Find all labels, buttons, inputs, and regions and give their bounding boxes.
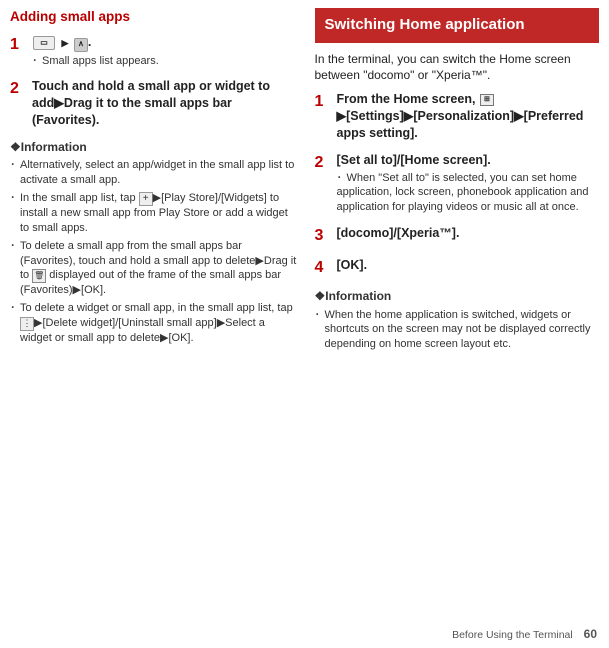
step-sub: ･Small apps list appears. [32, 54, 297, 69]
step-text: Touch and hold a small app or widget to … [32, 78, 297, 129]
step-text: [docomo]/[Xperia™]. [337, 225, 600, 242]
text-part: ▶[Delete widget]/[Uninstall small app]▶S… [20, 317, 265, 344]
list-text: To delete a widget or small app, in the … [20, 301, 297, 346]
step-list: 1 From the Home screen, ⊞ ▶[Settings]▶[Pe… [315, 91, 600, 278]
step-body: Touch and hold a small app or widget to … [32, 78, 297, 129]
step-body: [OK]. [337, 257, 600, 279]
text-part: displayed out of the frame of the small … [20, 269, 281, 296]
bullet-dot: ･ [315, 308, 325, 353]
page-number: 60 [584, 627, 597, 641]
footer-text: Before Using the Terminal [452, 629, 573, 641]
step-2: 2 [Set all to]/[Home screen]. ･When "Set… [315, 152, 600, 215]
step-1: 1 ▭ ▶ ∧. ･Small apps list appears. [10, 34, 297, 68]
step-number: 2 [10, 78, 32, 129]
information-heading: ❖Information [10, 139, 297, 155]
page-container: Adding small apps 1 ▭ ▶ ∧. ･Small apps l… [0, 0, 609, 648]
list-text: Alternatively, select an app/widget in t… [20, 158, 297, 188]
right-column: Switching Home application In the termin… [305, 0, 609, 648]
recent-apps-icon: ▭ [33, 36, 55, 50]
text-part: To delete a widget or small app, in the … [20, 302, 293, 314]
step-number: 2 [315, 152, 337, 215]
information-list: ･When the home application is switched, … [315, 308, 600, 353]
text-part: In the small app list, tap [20, 192, 139, 204]
step-body: From the Home screen, ⊞ ▶[Settings]▶[Pers… [337, 91, 600, 142]
list-item: ･Alternatively, select an app/widget in … [10, 158, 297, 188]
list-item: ･To delete a widget or small app, in the… [10, 301, 297, 346]
left-column: Adding small apps 1 ▭ ▶ ∧. ･Small apps l… [0, 0, 305, 648]
step-list: 1 ▭ ▶ ∧. ･Small apps list appears. 2 Tou… [10, 34, 297, 129]
list-text: To delete a small app from the small app… [20, 239, 297, 299]
list-item: ･In the small app list, tap +▶[Play Stor… [10, 191, 297, 236]
bullet-dot: ･ [10, 158, 20, 188]
bullet-dot: ･ [337, 171, 347, 186]
step-body: [Set all to]/[Home screen]. ･When "Set a… [337, 152, 600, 215]
bullet-dot: ･ [32, 54, 42, 69]
step-text: ▭ ▶ ∧. [32, 34, 297, 51]
step-number: 1 [315, 91, 337, 142]
section-title: Adding small apps [10, 8, 297, 26]
text-part: From the Home screen, [337, 92, 479, 106]
information-heading: ❖Information [315, 288, 600, 304]
step-3: 3 [docomo]/[Xperia™]. [315, 225, 600, 247]
step-body: ▭ ▶ ∧. ･Small apps list appears. [32, 34, 297, 68]
section-header-box: Switching Home application [315, 8, 600, 43]
list-item: ･When the home application is switched, … [315, 308, 600, 353]
chevron-up-icon: ∧ [74, 38, 88, 52]
bullet-dot: ･ [10, 191, 20, 236]
step-2: 2 Touch and hold a small app or widget t… [10, 78, 297, 129]
apps-grid-icon: ⊞ [480, 94, 494, 106]
step-text: [OK]. [337, 257, 600, 274]
menu-dots-icon: ⋮ [20, 317, 34, 331]
step-sub: ･When "Set all to" is selected, you can … [337, 171, 600, 216]
information-list: ･Alternatively, select an app/widget in … [10, 158, 297, 345]
page-footer: Before Using the Terminal 60 [452, 626, 597, 642]
bullet-dot: ･ [10, 239, 20, 299]
step-text: [Set all to]/[Home screen]. [337, 152, 600, 169]
step-text: From the Home screen, ⊞ ▶[Settings]▶[Pers… [337, 91, 600, 142]
step-body: [docomo]/[Xperia™]. [337, 225, 600, 247]
triangle-icon: ▶ [61, 37, 68, 49]
text-part: ▶[Settings]▶[Personalization]▶[Preferred… [337, 109, 584, 140]
step-number: 3 [315, 225, 337, 247]
list-text: When the home application is switched, w… [325, 308, 600, 353]
list-item: ･To delete a small app from the small ap… [10, 239, 297, 299]
period: . [88, 35, 91, 49]
intro-text: In the terminal, you can switch the Home… [315, 51, 600, 83]
step-number: 1 [10, 34, 32, 68]
step-sub-text: Small apps list appears. [42, 55, 159, 67]
plus-icon: + [139, 192, 153, 206]
step-4: 4 [OK]. [315, 257, 600, 279]
list-text: In the small app list, tap +▶[Play Store… [20, 191, 297, 236]
step-sub-text: When "Set all to" is selected, you can s… [337, 172, 589, 214]
step-1: 1 From the Home screen, ⊞ ▶[Settings]▶[Pe… [315, 91, 600, 142]
bullet-dot: ･ [10, 301, 20, 346]
step-number: 4 [315, 257, 337, 279]
trash-icon: 🗑 [32, 269, 46, 283]
